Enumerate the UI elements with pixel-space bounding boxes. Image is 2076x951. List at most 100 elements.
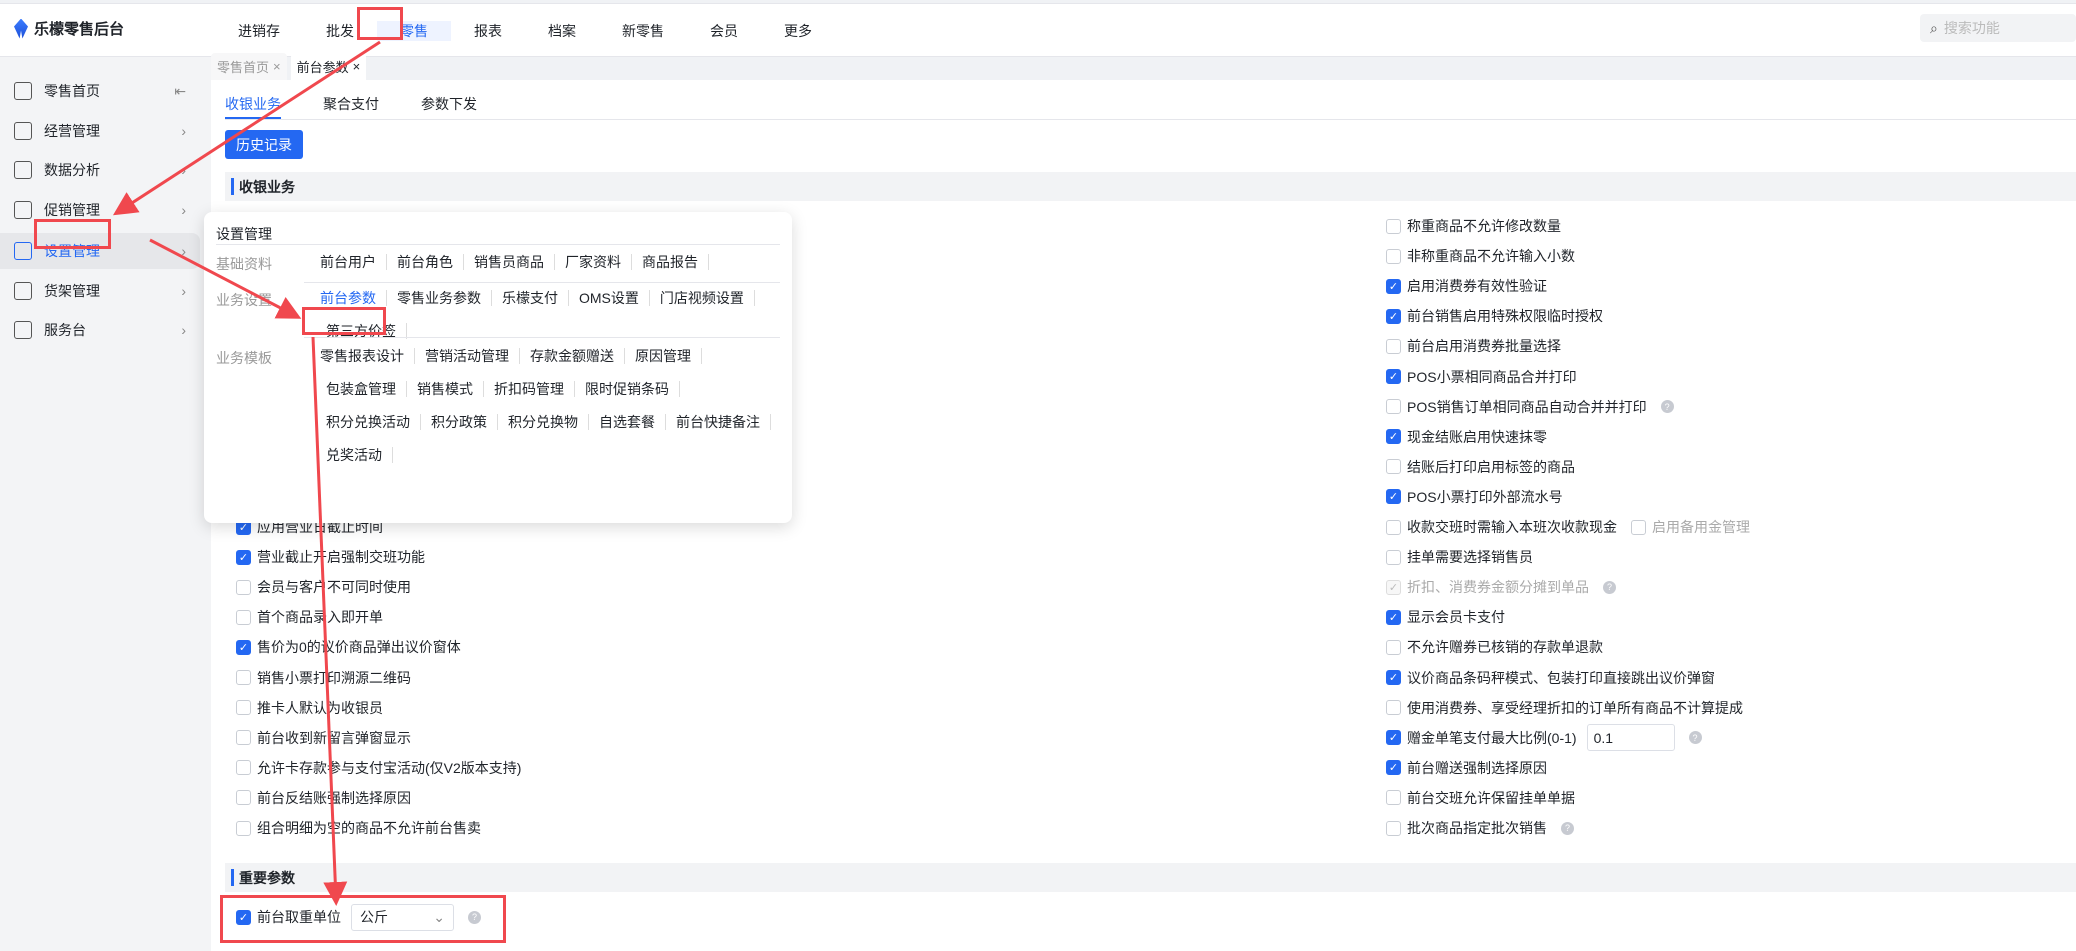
search-input[interactable]: ⌕ 搜索功能 <box>1920 14 2076 42</box>
sidebar-item-1[interactable]: 经营管理 › <box>0 113 200 149</box>
ratio-input[interactable]: 0.1 <box>1586 724 1675 752</box>
nav-item-5[interactable]: 新零售 <box>599 21 687 41</box>
option-checkbox[interactable]: ✓ <box>1386 308 1401 324</box>
popup-link[interactable]: 前台用户 <box>316 254 387 270</box>
popup-link[interactable]: 包装盒管理 <box>316 381 407 397</box>
option-checkbox[interactable] <box>1386 459 1401 475</box>
option-checkbox[interactable] <box>236 820 251 836</box>
option-checkbox[interactable] <box>1386 248 1401 264</box>
popup-link[interactable]: OMS设置 <box>569 290 650 306</box>
sidebar-item-6[interactable]: 服务台 › <box>0 312 200 348</box>
weight-unit-checkbox[interactable]: ✓ <box>236 909 251 925</box>
option-checkbox[interactable] <box>1386 639 1401 655</box>
option-checkbox[interactable] <box>1386 790 1401 806</box>
option-checkbox[interactable] <box>236 670 251 685</box>
popup-link[interactable]: 零售报表设计 <box>316 348 415 364</box>
option-checkbox[interactable]: ✓ <box>1386 369 1401 384</box>
option-checkbox[interactable]: ✓ <box>1386 670 1401 685</box>
backup-cash-checkbox[interactable] <box>1631 519 1646 535</box>
popup-link[interactable]: 存款金额赠送 <box>520 348 625 364</box>
help-icon[interactable]: ? <box>1660 400 1674 414</box>
chevron-right-icon[interactable]: › <box>181 243 186 259</box>
option-checkbox[interactable] <box>1386 700 1401 716</box>
help-icon[interactable]: ? <box>1603 580 1616 594</box>
option-row: ✓ POS小票打印外部流水号 <box>1386 486 1563 508</box>
popup-link[interactable]: 自选套餐 <box>589 414 666 430</box>
help-icon[interactable]: ? <box>1688 731 1702 745</box>
sidebar-item-5[interactable]: 货架管理 › <box>0 273 200 309</box>
option-checkbox[interactable] <box>236 700 251 716</box>
popup-link[interactable]: 积分兑换活动 <box>316 414 421 430</box>
popup-link[interactable]: 营销活动管理 <box>415 348 520 364</box>
weight-unit-select[interactable]: 公斤 ⌄ <box>351 903 454 931</box>
option-checkbox[interactable] <box>1386 218 1401 234</box>
popup-link[interactable]: 折扣码管理 <box>484 381 575 397</box>
option-checkbox[interactable] <box>236 730 251 746</box>
app-logo[interactable]: 乐檬零售后台 <box>14 18 124 39</box>
chevron-right-icon[interactable]: › <box>181 123 186 139</box>
close-icon[interactable]: × <box>273 59 281 74</box>
option-checkbox[interactable]: ✓ <box>1386 609 1401 625</box>
popup-link[interactable]: 销售员商品 <box>464 254 555 270</box>
tab-0[interactable]: 零售首页 × <box>211 53 287 80</box>
option-checkbox[interactable]: ✓ <box>1386 579 1401 595</box>
nav-item-0[interactable]: 进销存 <box>215 21 303 41</box>
popup-link[interactable]: 兑奖活动 <box>316 447 393 463</box>
close-icon[interactable]: × <box>353 59 361 74</box>
page-tabs: 零售首页 × 前台参数 × <box>211 53 367 80</box>
option-checkbox[interactable]: ✓ <box>1386 730 1401 746</box>
chevron-right-icon[interactable]: › <box>181 202 186 218</box>
chevron-right-icon[interactable]: › <box>181 283 186 299</box>
popup-link[interactable]: 前台快捷备注 <box>666 414 771 430</box>
option-label: 折扣、消费券金额分摊到单品 <box>1407 579 1589 596</box>
popup-link[interactable]: 积分兑换物 <box>498 414 589 430</box>
history-button[interactable]: 历史记录 <box>225 130 303 159</box>
tab-1[interactable]: 前台参数 × <box>290 53 367 80</box>
option-checkbox[interactable] <box>236 579 251 595</box>
subtab-1[interactable]: 聚合支付 <box>323 90 379 119</box>
help-icon[interactable]: ? <box>468 910 481 924</box>
chevron-right-icon[interactable]: › <box>181 322 186 338</box>
nav-item-7[interactable]: 更多 <box>761 21 835 41</box>
subtab-0[interactable]: 收银业务 <box>225 90 281 119</box>
option-checkbox[interactable] <box>1386 338 1401 354</box>
popup-link[interactable]: 积分政策 <box>421 414 498 430</box>
option-checkbox[interactable]: ✓ <box>1386 489 1401 505</box>
nav-item-3[interactable]: 报表 <box>451 21 525 41</box>
sidebar-item-4[interactable]: 设置管理 › <box>0 233 200 269</box>
sidebar-item-0[interactable]: 零售首页 ⇤ <box>0 73 200 109</box>
option-checkbox[interactable]: ✓ <box>1386 278 1401 294</box>
popup-link[interactable]: 前台角色 <box>387 254 464 270</box>
nav-item-6[interactable]: 会员 <box>687 21 761 41</box>
popup-link[interactable]: 零售业务参数 <box>387 290 492 306</box>
nav-item-2[interactable]: 零售 <box>377 21 451 41</box>
popup-link[interactable]: 厂家资料 <box>555 254 632 270</box>
popup-link[interactable]: 销售模式 <box>407 381 484 397</box>
subtab-2[interactable]: 参数下发 <box>421 90 477 119</box>
popup-link[interactable]: 门店视频设置 <box>650 290 755 306</box>
option-checkbox[interactable]: ✓ <box>236 639 251 655</box>
option-checkbox[interactable]: ✓ <box>236 549 251 565</box>
option-checkbox[interactable] <box>236 790 251 806</box>
option-checkbox[interactable]: ✓ <box>1386 760 1401 776</box>
collapse-icon[interactable]: ⇤ <box>174 83 186 100</box>
option-checkbox[interactable] <box>1386 820 1401 836</box>
popup-link[interactable]: 原因管理 <box>625 348 702 364</box>
option-checkbox[interactable] <box>236 760 251 776</box>
help-icon[interactable]: ? <box>1561 821 1574 835</box>
option-checkbox[interactable] <box>1386 519 1401 535</box>
nav-item-4[interactable]: 档案 <box>525 21 599 41</box>
popup-link[interactable]: 前台参数 <box>316 290 387 306</box>
option-checkbox[interactable]: ✓ <box>1386 429 1401 445</box>
popup-link[interactable]: 限时促销条码 <box>575 381 680 397</box>
option-checkbox[interactable] <box>1386 549 1401 565</box>
option-checkbox[interactable] <box>1386 399 1401 415</box>
chevron-right-icon[interactable]: › <box>181 162 186 178</box>
popup-link[interactable]: 商品报告 <box>632 254 709 270</box>
sidebar-item-2[interactable]: 数据分析 › <box>0 152 200 188</box>
option-checkbox[interactable] <box>236 609 251 625</box>
nav-item-1[interactable]: 批发 <box>303 21 377 41</box>
option-row: ✓ 前台赠送强制选择原因 <box>1386 757 1547 779</box>
sidebar-item-3[interactable]: 促销管理 › <box>0 192 200 228</box>
popup-link[interactable]: 乐檬支付 <box>492 290 569 306</box>
